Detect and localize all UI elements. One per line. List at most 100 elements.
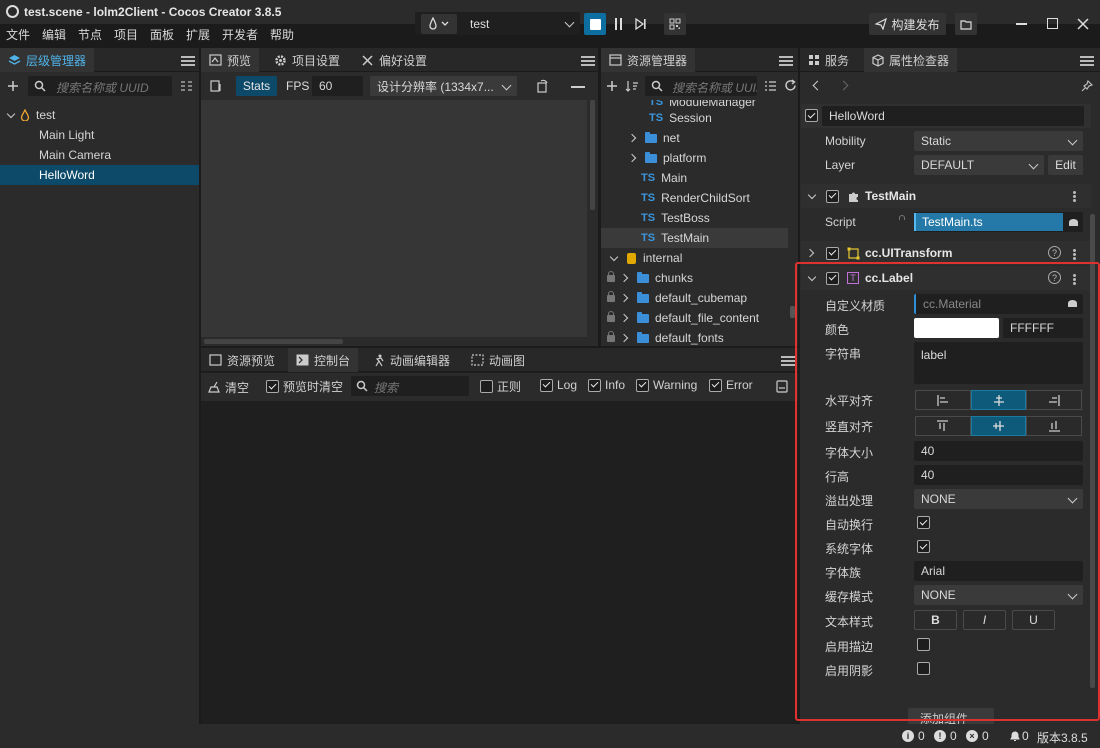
expand-chevron-icon[interactable]: [805, 248, 815, 258]
layer-edit-button[interactable]: Edit: [1048, 155, 1083, 175]
asset-item-testboss[interactable]: TS TestBoss: [601, 208, 788, 228]
console-log-file-icon[interactable]: [776, 380, 788, 393]
expand-icon[interactable]: [627, 153, 637, 163]
asset-folder-platform[interactable]: platform: [601, 148, 788, 168]
uitransform-enabled-checkbox[interactable]: [826, 246, 839, 260]
script-locate-icon[interactable]: [1068, 218, 1079, 227]
asset-item-testmain[interactable]: TS TestMain: [601, 228, 788, 248]
asset-folder-default-fonts[interactable]: default_fonts: [601, 328, 788, 346]
preview-viewport[interactable]: [201, 100, 587, 337]
tree-node-test[interactable]: test: [0, 105, 199, 125]
sort-icon[interactable]: [180, 80, 193, 92]
tab-preferences[interactable]: 偏好设置: [353, 48, 435, 72]
resolution-select[interactable]: 设计分辨率 (1334x7...: [370, 76, 517, 96]
mobility-select[interactable]: Static: [914, 131, 1083, 151]
tab-services[interactable]: 服务: [800, 48, 857, 72]
forward-icon[interactable]: [838, 80, 849, 91]
error-filter[interactable]: Error: [709, 378, 753, 392]
console-search[interactable]: 搜索: [351, 376, 469, 396]
asset-folder-internal[interactable]: internal: [601, 248, 788, 268]
testmain-enabled-checkbox[interactable]: [826, 189, 839, 203]
warning-filter[interactable]: Warning: [636, 378, 697, 392]
testmain-more-icon[interactable]: [1073, 195, 1076, 198]
collapse-chevron-icon[interactable]: [807, 190, 817, 199]
tab-asset-preview[interactable]: 资源预览: [201, 348, 283, 372]
error-status-icon[interactable]: ×: [966, 730, 978, 742]
add-asset-icon[interactable]: [606, 80, 618, 92]
tree-node-helloword[interactable]: HelloWord: [0, 165, 199, 185]
menu-project[interactable]: 项目: [114, 26, 138, 43]
fps-input[interactable]: 60: [312, 76, 363, 96]
sort-asc-icon[interactable]: [625, 80, 639, 92]
pin-icon[interactable]: [1081, 80, 1093, 92]
regex-filter[interactable]: 正则: [480, 378, 521, 395]
menu-file[interactable]: 文件: [6, 26, 30, 43]
expand-icon[interactable]: [627, 133, 637, 143]
console-clear-button[interactable]: 清空: [208, 378, 249, 396]
assets-search[interactable]: 搜索名称或 UUID: [645, 76, 757, 96]
expand-icon[interactable]: [609, 252, 619, 261]
bell-icon[interactable]: [1009, 730, 1021, 742]
tab-assets[interactable]: 资源管理器: [601, 48, 696, 72]
add-node-icon[interactable]: [7, 80, 19, 92]
asset-folder-default-cubemap[interactable]: default_cubemap: [601, 288, 788, 308]
menu-help[interactable]: 帮助: [270, 26, 294, 43]
console-menu-icon[interactable]: [781, 356, 795, 366]
error-checkbox[interactable]: [709, 378, 722, 392]
node-name-input[interactable]: HelloWord: [822, 106, 1084, 126]
preview-vscroll[interactable]: [590, 100, 595, 210]
hierarchy-menu-icon[interactable]: [181, 56, 195, 66]
regex-checkbox[interactable]: [480, 380, 493, 393]
collapse-icon[interactable]: [571, 86, 585, 88]
clear-on-preview-checkbox[interactable]: [266, 380, 279, 393]
asset-folder-net[interactable]: net: [601, 128, 788, 148]
expand-icon[interactable]: [619, 313, 629, 323]
menu-panel[interactable]: 面板: [150, 26, 174, 43]
asset-item-main[interactable]: TS Main: [601, 168, 788, 188]
asset-folder-chunks[interactable]: chunks: [601, 268, 788, 288]
preview-menu-icon[interactable]: [581, 56, 595, 66]
inspector-menu-icon[interactable]: [1080, 56, 1094, 66]
expand-icon[interactable]: [619, 273, 629, 283]
list-view-icon[interactable]: [764, 80, 777, 92]
log-filter[interactable]: Log: [540, 378, 577, 392]
uitransform-more-icon[interactable]: [1073, 253, 1076, 256]
tab-inspector[interactable]: 属性检查器: [864, 48, 958, 72]
tab-console[interactable]: 控制台: [288, 348, 359, 372]
menu-developer[interactable]: 开发者: [222, 26, 258, 43]
hierarchy-search[interactable]: 搜索名称或 UUID: [28, 76, 172, 96]
refresh-icon[interactable]: [784, 79, 797, 92]
assets-menu-icon[interactable]: [779, 56, 793, 66]
warning-status-icon[interactable]: !: [934, 730, 946, 742]
info-filter[interactable]: Info: [588, 378, 625, 392]
back-icon[interactable]: [812, 80, 823, 91]
uitransform-help-icon[interactable]: ?: [1048, 246, 1061, 259]
log-checkbox[interactable]: [540, 378, 553, 392]
tab-project-settings[interactable]: 项目设置: [266, 48, 348, 72]
tab-animation-graph[interactable]: 动画图: [463, 348, 533, 372]
expand-icon[interactable]: [6, 109, 16, 118]
layer-select[interactable]: DEFAULT: [914, 155, 1044, 175]
stats-toggle[interactable]: Stats: [236, 76, 277, 96]
node-active-checkbox[interactable]: [805, 109, 818, 122]
menu-extension[interactable]: 扩展: [186, 26, 210, 43]
component-testmain-header[interactable]: TestMain: [801, 184, 1091, 208]
info-checkbox[interactable]: [588, 378, 601, 392]
asset-item-renderchildsort[interactable]: TS RenderChildSort: [601, 188, 788, 208]
asset-folder-default-file-content[interactable]: default_file_content: [601, 308, 788, 328]
tab-hierarchy[interactable]: 层级管理器: [0, 48, 95, 72]
device-icon[interactable]: [210, 80, 222, 92]
expand-icon[interactable]: [619, 293, 629, 303]
asset-item-session[interactable]: TS Session: [601, 108, 788, 128]
tree-node-main-camera[interactable]: Main Camera: [0, 145, 199, 165]
tab-preview[interactable]: 预览: [201, 48, 260, 72]
expand-icon[interactable]: [619, 333, 629, 343]
clear-on-preview-filter[interactable]: 预览时清空: [266, 378, 343, 395]
tab-animation-editor[interactable]: 动画编辑器: [365, 348, 458, 372]
menu-node[interactable]: 节点: [78, 26, 102, 43]
preview-hscroll[interactable]: [204, 339, 343, 344]
tree-node-main-light[interactable]: Main Light: [0, 125, 199, 145]
script-field[interactable]: TestMain.ts: [914, 212, 1083, 232]
menu-edit[interactable]: 编辑: [42, 26, 66, 43]
warning-checkbox[interactable]: [636, 378, 649, 392]
